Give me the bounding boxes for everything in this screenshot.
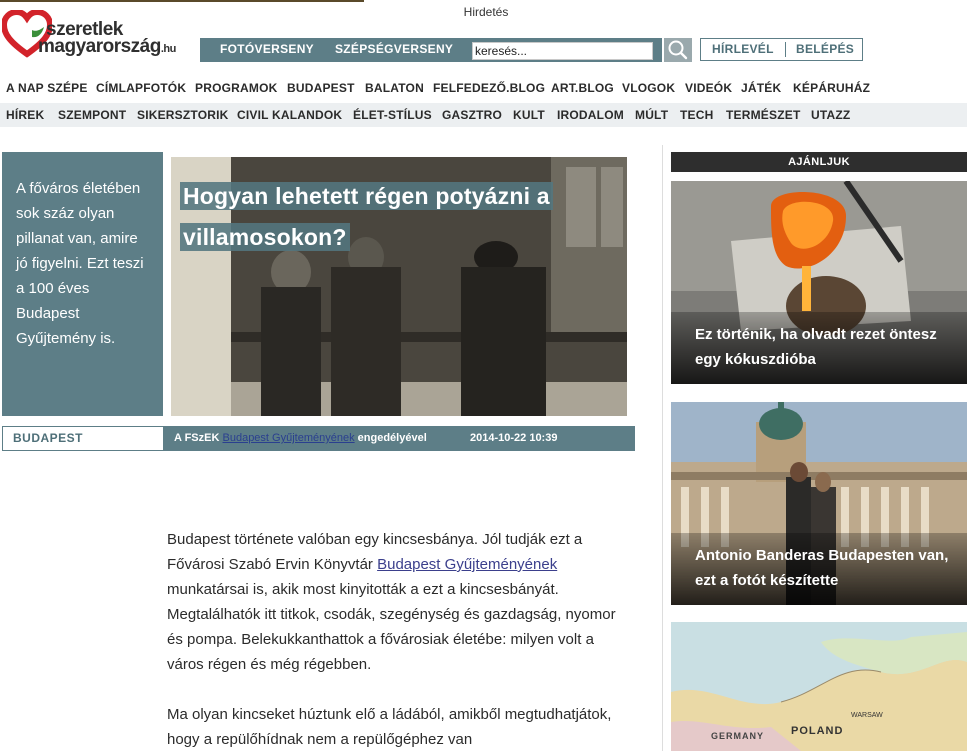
nav-civil-kalandok[interactable]: CIVIL KALANDOK (237, 108, 342, 122)
nav-jatek[interactable]: JÁTÉK (741, 81, 781, 95)
nav-sikersztorik[interactable]: SIKERSZTORIK (137, 108, 229, 122)
article-date: 2014-10-22 10:39 (470, 432, 558, 444)
login-link[interactable]: BELÉPÉS (796, 39, 854, 60)
article-meta-bar: BUDAPEST A FSzEK Budapest Gyűjteményének… (2, 426, 635, 451)
article-title[interactable]: Hogyan lehetett régen potyázni a villamo… (180, 176, 620, 258)
map-label: WARSAW (851, 712, 883, 719)
europe-map-photo: GERMANY POLAND WARSAW (671, 622, 967, 751)
article-category[interactable]: BUDAPEST (3, 427, 163, 450)
nav-vlogok[interactable]: VLOGOK (622, 81, 675, 95)
nav-felfedezo-blog[interactable]: FELFEDEZŐ.BLOG (433, 81, 545, 95)
column-divider (662, 145, 663, 751)
nav-utazz[interactable]: UTAZZ (811, 108, 850, 122)
logo-tld: .hu (160, 43, 177, 55)
account-box: HÍRLEVÉL BELÉPÉS (700, 38, 863, 61)
account-divider (785, 42, 786, 57)
article-title-text: Hogyan lehetett régen potyázni a villamo… (180, 182, 553, 251)
nav-a-nap-szepe[interactable]: A NAP SZÉPE (6, 81, 88, 95)
search-icon (668, 40, 688, 60)
topbar-link-szepsegverseny[interactable]: SZÉPSÉGVERSENY (335, 38, 453, 62)
credit-suffix: engedélyével (354, 432, 427, 444)
nav-kult[interactable]: KULT (513, 108, 545, 122)
article-body: Budapest története valóban egy kincsesbá… (167, 527, 627, 751)
search-input[interactable] (472, 42, 653, 60)
nav-elet-stilus[interactable]: ÉLET-STÍLUS (353, 108, 432, 122)
secondary-nav: HÍREK SZEMPONT SIKERSZTORIK CIVIL KALAND… (0, 103, 967, 127)
paragraph-text: munkatársai is, akik most kinyitották a … (167, 581, 616, 673)
nav-hirek[interactable]: HÍREK (6, 108, 44, 122)
nav-termeszet[interactable]: TERMÉSZET (726, 108, 800, 122)
credit-prefix: A FSzEK (174, 432, 223, 444)
photo-credit: A FSzEK Budapest Gyűjteményének engedély… (174, 426, 427, 451)
primary-nav: A NAP SZÉPE CÍMLAPFOTÓK PROGRAMOK BUDAPE… (0, 80, 967, 98)
credit-link[interactable]: Budapest Gyűjteményének (223, 432, 355, 444)
site-logo[interactable]: szeretlek magyarország.hu (2, 10, 197, 66)
nav-videok[interactable]: VIDEÓK (685, 81, 732, 95)
nav-szempont[interactable]: SZEMPONT (58, 108, 126, 122)
nav-budapest[interactable]: BUDAPEST (287, 81, 355, 95)
topbar-link-fotoverseny[interactable]: FOTÓVERSENY (220, 38, 314, 62)
nav-mult[interactable]: MÚLT (635, 108, 668, 122)
nav-keparuhaz[interactable]: KÉPÁRUHÁZ (793, 81, 870, 95)
map-label: POLAND (791, 725, 843, 737)
nav-programok[interactable]: PROGRAMOK (195, 81, 277, 95)
recommended-card[interactable]: Antonio Banderas Budapesten van, ezt a f… (671, 402, 967, 605)
search-button[interactable] (664, 38, 692, 62)
nav-balaton[interactable]: BALATON (365, 81, 424, 95)
logo-text-name: magyarország (38, 36, 161, 57)
article-lead: A főváros életében sok száz olyan pillan… (2, 152, 163, 416)
card-title: Ez történik, ha olvadt rezet öntesz egy … (671, 312, 967, 384)
recommended-card[interactable]: GERMANY POLAND WARSAW (671, 622, 967, 751)
sidebar-heading: AJÁNLJUK (671, 152, 967, 172)
nav-irodalom[interactable]: IRODALOM (557, 108, 624, 122)
logo-text-line2: magyarország.hu (38, 37, 176, 59)
nav-tech[interactable]: TECH (680, 108, 713, 122)
recommended-card[interactable]: Ez történik, ha olvadt rezet öntesz egy … (671, 181, 967, 384)
nav-art-blog[interactable]: ART.BLOG (551, 81, 614, 95)
article-paragraph: Ma olyan kincseket húztunk elő a ládából… (167, 706, 612, 748)
nav-gasztro[interactable]: GASZTRO (442, 108, 502, 122)
ad-banner-edge (0, 0, 364, 2)
body-link-budapest-gyujtemeny[interactable]: Budapest Gyűjteményének (377, 556, 557, 573)
article-paragraph: Budapest története valóban egy kincsesbá… (167, 527, 627, 677)
newsletter-link[interactable]: HÍRLEVÉL (712, 39, 774, 60)
card-title: Antonio Banderas Budapesten van, ezt a f… (671, 533, 967, 605)
map-label: GERMANY (711, 731, 764, 741)
nav-cimlapfotok[interactable]: CÍMLAPFOTÓK (96, 81, 186, 95)
